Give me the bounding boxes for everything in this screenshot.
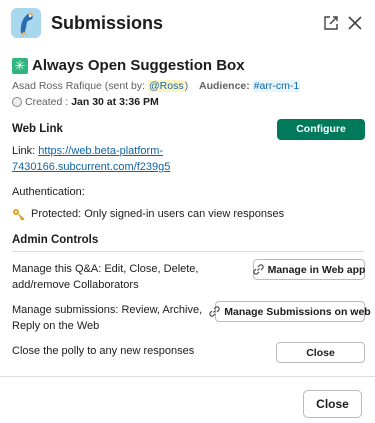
sent-by-mention[interactable]: @Ross [147, 80, 185, 92]
manage-submissions-label: Manage Submissions on web [224, 305, 371, 318]
audience-channel[interactable]: #arr-cm-1 [252, 80, 301, 92]
web-link-label: Web Link [12, 123, 63, 135]
box-title-text: Always Open Suggestion Box [32, 57, 245, 74]
clock-icon [12, 97, 22, 107]
created-date: Jan 30 at 3:36 PM [71, 96, 159, 108]
author-text: Asad Ross Rafique (sent by: [12, 80, 148, 92]
manage-in-web-app-button[interactable]: Manage in Web app [252, 259, 366, 280]
close-poll-button[interactable]: Close [276, 342, 365, 363]
manage-submissions-text: Manage submissions: Review, Archive, Rep… [12, 304, 203, 332]
footer-divider [0, 376, 375, 377]
bird-icon [11, 8, 41, 38]
close-icon[interactable] [346, 14, 364, 32]
link-icon [209, 306, 220, 317]
manage-web-app-label: Manage in Web app [267, 263, 366, 276]
link-prefix: Link: [12, 145, 39, 157]
modal-title: Submissions [51, 13, 164, 33]
key-icon [12, 207, 26, 221]
protected-status: Protected: Only signed-in users can view… [12, 206, 284, 222]
manage-qa-text: Manage this Q&A: Edit, Close, Delete, ad… [12, 263, 199, 291]
manage-submissions-button[interactable]: Manage Submissions on web [209, 301, 371, 322]
sparkle-icon: ✳ [12, 58, 28, 74]
configure-button[interactable]: Configure [277, 119, 365, 140]
web-link-line: Link: https://web.beta-platform-7430166.… [12, 143, 292, 175]
audience-label: Audience: [199, 80, 250, 92]
footer-close-button[interactable]: Close [303, 390, 362, 418]
open-external-icon[interactable] [322, 14, 340, 32]
protected-text: Protected: Only signed-in users can view… [31, 208, 285, 220]
created-info: Created : Jan 30 at 3:36 PM [12, 95, 159, 109]
admin-divider [12, 251, 364, 252]
link-icon [252, 264, 264, 275]
admin-controls-label: Admin Controls [12, 234, 99, 246]
authentication-label: Authentication: [12, 186, 85, 198]
created-label: Created : [25, 96, 69, 108]
modal-header: Submissions [0, 0, 375, 46]
author-meta: Asad Ross Rafique (sent by: @Ross) Audie… [12, 79, 301, 93]
close-poll-text: Close the polly to any new responses [12, 345, 195, 357]
author-suffix: ) [184, 80, 189, 92]
suggestion-box-title: ✳ Always Open Suggestion Box [12, 56, 245, 76]
